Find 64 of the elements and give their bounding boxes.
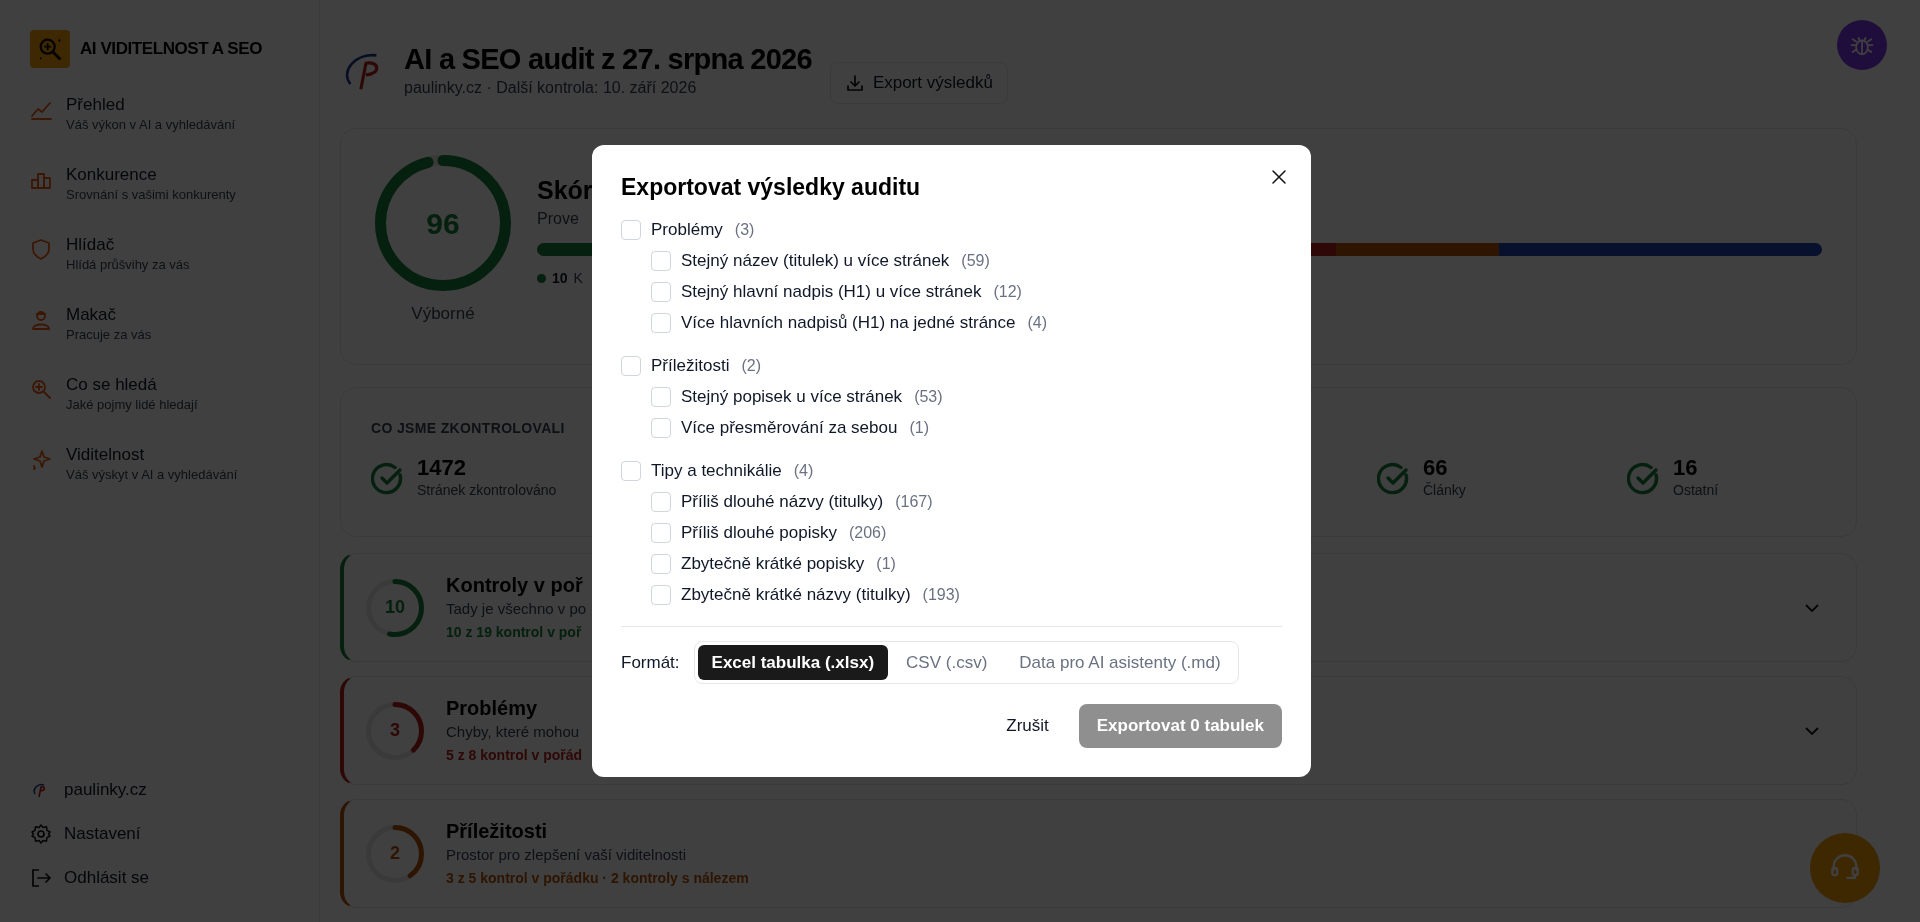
checkbox[interactable] — [651, 251, 671, 271]
checkbox[interactable] — [651, 523, 671, 543]
dialog-title: Exportovat výsledky auditu — [621, 173, 921, 202]
stat-value: 16 — [1673, 456, 1699, 481]
checkbox[interactable] — [651, 585, 671, 605]
item-count: (2) — [741, 356, 761, 376]
section-summary: 3 z 5 kontrol v pořádku · 2 kontroly s nálezem — [446, 869, 749, 889]
checkbox-label: Příležitosti — [651, 355, 730, 378]
format-option[interactable]: Excel tabulka (.xlsx) — [697, 645, 889, 680]
sidebar-item-label: Hlídač — [66, 234, 116, 256]
item-count: (4) — [793, 461, 814, 481]
item-count: (1) — [909, 418, 929, 438]
section-summary: 10 z 19 kontrol v poř — [446, 623, 582, 643]
sidebar-item-label: Co se hledá — [66, 374, 158, 396]
score-value: 96 — [426, 205, 460, 242]
checkbox[interactable] — [651, 387, 671, 407]
item-count: (4) — [1027, 313, 1048, 333]
item-count: (59) — [961, 251, 990, 271]
item-count: (12) — [993, 282, 1022, 302]
item-count: (167) — [895, 492, 933, 512]
checkbox[interactable] — [651, 554, 671, 574]
close-icon — [1271, 169, 1287, 185]
checkbox[interactable] — [621, 461, 641, 481]
item-count: (3) — [734, 220, 755, 240]
checkbox-label: Více hlavních nadpisů (H1) na jedné stránce — [681, 312, 1016, 335]
legend-value: 10 — [552, 269, 568, 288]
section-count: 3 — [390, 719, 400, 742]
sidebar-item-label: Makač — [66, 304, 118, 326]
stat-value: 66 — [1423, 456, 1449, 481]
checkbox-label: Stejný hlavní nadpis (H1) u více stránek — [681, 281, 982, 304]
score-title: Skór — [537, 175, 593, 205]
checkbox-label: Tipy a technikálie — [651, 460, 782, 483]
section-title: Problémy — [446, 695, 538, 721]
section-count: 10 — [385, 596, 405, 619]
section-count: 2 — [390, 842, 400, 865]
item-count: (53) — [914, 387, 943, 407]
page-title: AI a SEO audit z 27. srpna 2026 — [404, 42, 812, 76]
checkbox-label: Příliš dlouhé názvy (titulky) — [681, 491, 884, 514]
app-title: AI VIDITELNOST A SEO — [80, 38, 262, 61]
section-title: Příležitosti — [446, 818, 548, 844]
checkbox[interactable] — [651, 492, 671, 512]
checkbox[interactable] — [621, 356, 641, 376]
sidebar-item-label: Viditelnost — [66, 444, 146, 466]
checkbox-label: Zbytečně krátké názvy (titulky) — [681, 584, 911, 607]
checkbox-label: Zbytečně krátké popisky — [681, 553, 865, 576]
sidebar-item-label: Konkurence — [66, 164, 158, 186]
checkbox-label: Příliš dlouhé popisky — [681, 522, 837, 545]
section-summary: 5 z 8 kontrol v pořád — [446, 746, 583, 766]
checkbox[interactable] — [621, 220, 641, 240]
section-title: Kontroly v poř — [446, 572, 583, 598]
checkbox-label: Stejný název (titulek) u více stránek — [681, 250, 950, 273]
item-count: (206) — [848, 523, 887, 543]
checkbox[interactable] — [651, 282, 671, 302]
format-label: Formát: — [621, 651, 680, 674]
checkbox[interactable] — [651, 313, 671, 333]
stat-value: 1472 — [417, 456, 467, 481]
checkbox-label: Problémy — [651, 219, 723, 242]
item-count: (193) — [922, 585, 960, 605]
sidebar-item-label: Přehled — [66, 94, 126, 116]
checkbox-label: Více přesměrování za sebou — [681, 417, 898, 440]
checkbox[interactable] — [651, 418, 671, 438]
cancel-button[interactable]: Zrušit — [1002, 704, 1053, 748]
checkbox-label: Stejný popisek u více stránek — [681, 386, 903, 409]
item-count: (1) — [876, 554, 896, 574]
